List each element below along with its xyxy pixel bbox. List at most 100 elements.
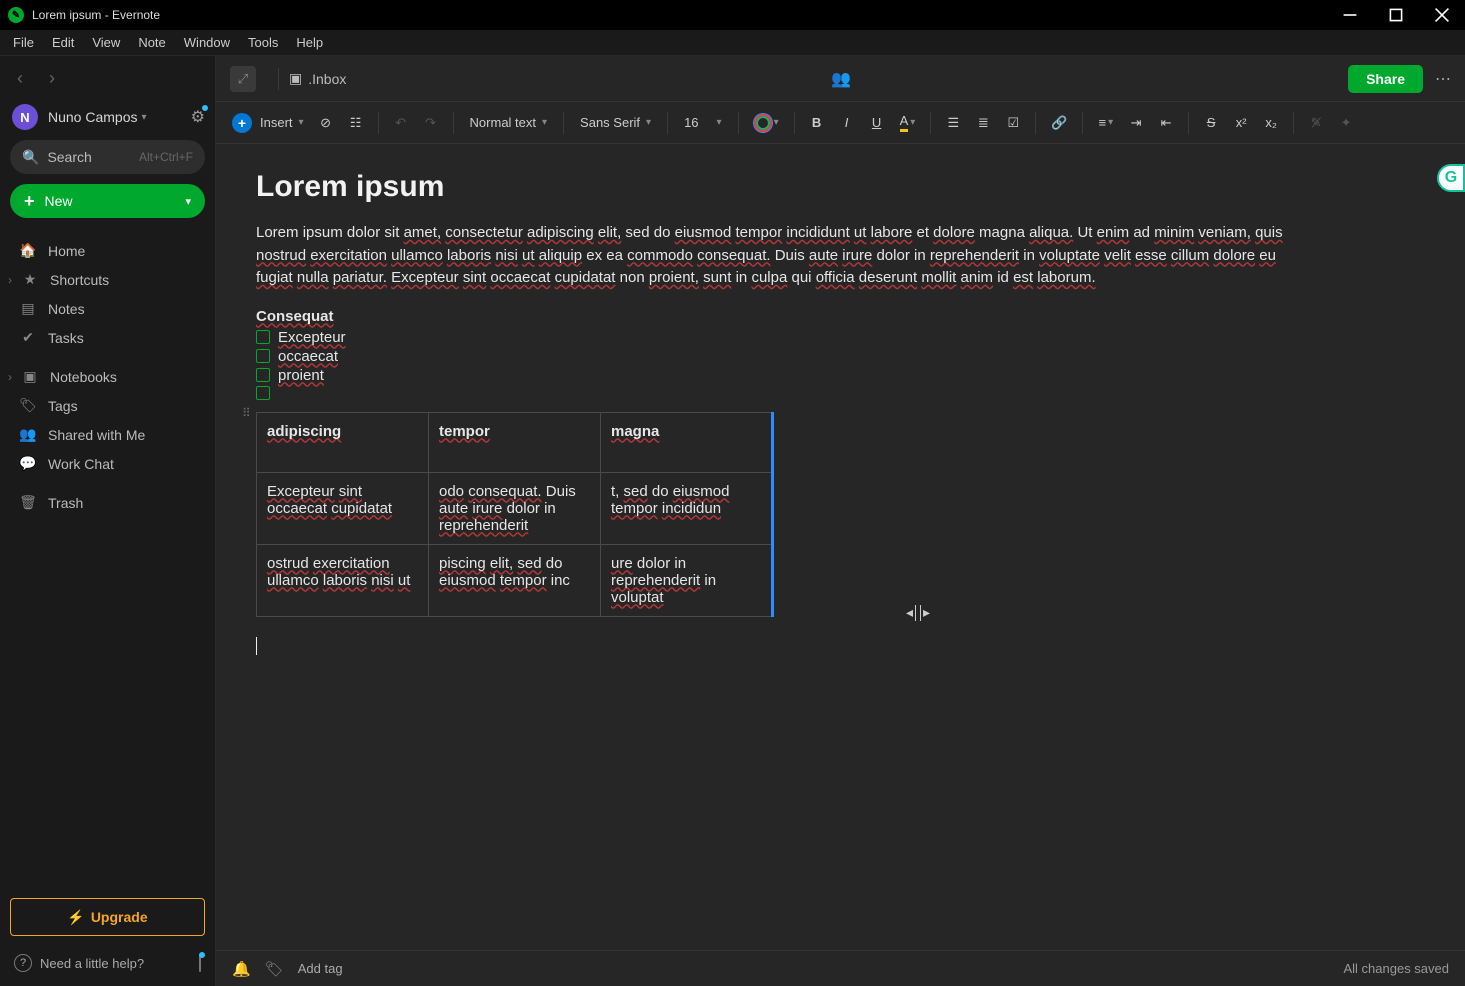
share-users-icon[interactable]: 👥 [831, 69, 851, 89]
sidebar-item-label: Trash [48, 495, 83, 511]
menu-view[interactable]: View [83, 32, 129, 53]
table-cell[interactable]: Excepteur sint occaecat cupidatat [257, 472, 429, 544]
table-header[interactable]: magna [601, 412, 773, 472]
paragraph-style-select[interactable]: Normal text▾ [462, 115, 556, 130]
sidebar-item-trash[interactable]: 🗑Trash [0, 488, 215, 517]
window-title: Lorem ipsum - Evernote [32, 8, 160, 22]
sidebar-item-shortcuts[interactable]: ★Shortcuts [0, 265, 215, 294]
bullet-list-button[interactable]: ☰ [939, 108, 967, 138]
clear-format-button[interactable]: ✎̸ [1302, 108, 1330, 138]
insert-button[interactable]: + Insert ▾ [226, 113, 310, 133]
more-actions-button[interactable]: ⋯ [1435, 69, 1451, 89]
table-cell[interactable]: odo consequat. Duis aute irure dolor in … [429, 472, 601, 544]
italic-button[interactable]: I [833, 108, 861, 138]
tag-button[interactable]: 🏷 [265, 960, 284, 978]
sidebar-item-home[interactable]: 🏠Home [0, 236, 215, 265]
add-tag-input[interactable]: Add tag [298, 961, 343, 976]
sidebar-item-label: Notes [48, 301, 85, 317]
chevron-down-icon: ▾ [299, 117, 304, 128]
font-family-select[interactable]: Sans Serif▾ [572, 115, 659, 130]
checkbox[interactable] [256, 349, 270, 363]
sidebar-item-tags[interactable]: 🏷Tags [0, 391, 215, 420]
upgrade-button[interactable]: ⚡ Upgrade [10, 898, 205, 936]
nav-back-button[interactable]: ‹ [6, 64, 34, 92]
sidebar-item-shared[interactable]: 👥Shared with Me [0, 420, 215, 449]
checkbox-row[interactable] [256, 386, 1425, 400]
table-cell[interactable]: ostrud exercitation ullamco laboris nisi… [257, 544, 429, 616]
user-menu-caret-icon[interactable]: ▾ [142, 112, 147, 123]
text-color-button[interactable]: ▾ [747, 108, 786, 138]
share-button[interactable]: Share [1348, 65, 1423, 93]
expand-note-button[interactable]: ⤢ [230, 66, 256, 92]
window-maximize-button[interactable] [1373, 0, 1419, 30]
table-header[interactable]: adipiscing [257, 412, 429, 472]
numbered-list-button[interactable]: ≣ [969, 108, 997, 138]
checkbox-row[interactable]: proient [256, 367, 1425, 384]
calendar-button[interactable]: ☷ [342, 108, 370, 138]
strikethrough-button[interactable]: S [1197, 108, 1225, 138]
menu-bar: File Edit View Note Window Tools Help [0, 30, 1465, 56]
search-input[interactable]: 🔍 Search Alt+Ctrl+F [10, 140, 205, 174]
sidebar-item-tasks[interactable]: ✔Tasks [0, 323, 215, 352]
insert-label: Insert [260, 115, 293, 130]
table[interactable]: ⠿ adipiscing tempor magna Excepteur sint… [256, 412, 1425, 617]
chevron-down-icon: ▾ [185, 195, 191, 208]
checklist-button[interactable]: ☑ [999, 108, 1027, 138]
avatar[interactable]: N [12, 104, 38, 130]
editor-toolbar: + Insert ▾ ⊘ ☷ ↶ ↷ Normal text▾ Sans Ser… [216, 102, 1465, 144]
checkbox-row[interactable]: occaecat [256, 348, 1425, 365]
table-cell[interactable]: t, sed do eiusmod tempor incididun [601, 472, 773, 544]
checkbox[interactable] [256, 368, 270, 382]
note-body[interactable]: Lorem ipsum dolor sit amet, consectetur … [256, 222, 1286, 290]
menu-tools[interactable]: Tools [239, 32, 287, 53]
underline-button[interactable]: U [863, 108, 891, 138]
menu-window[interactable]: Window [175, 32, 239, 53]
align-button[interactable]: ≡▾ [1091, 108, 1120, 138]
user-name[interactable]: Nuno Campos [48, 109, 138, 125]
sidebar-item-label: Notebooks [50, 369, 117, 385]
reminder-button[interactable]: 🔔 [232, 960, 251, 978]
help-icon[interactable]: ? [14, 954, 32, 972]
search-shortcut: Alt+Ctrl+F [139, 150, 193, 164]
link-button[interactable]: 🔗 [1044, 108, 1074, 138]
table-cell[interactable]: ure dolor in reprehenderit in voluptat [601, 544, 773, 616]
table-header[interactable]: tempor [429, 412, 601, 472]
section-heading[interactable]: Consequat [256, 308, 1425, 325]
help-label[interactable]: Need a little help? [40, 956, 144, 971]
outdent-button[interactable]: ⇤ [1152, 108, 1180, 138]
checkbox[interactable] [256, 386, 270, 400]
window-close-button[interactable] [1419, 0, 1465, 30]
ai-button[interactable]: ✦ [1332, 108, 1360, 138]
note-editor[interactable]: G Lorem ipsum Lorem ipsum dolor sit amet… [216, 144, 1465, 950]
menu-help[interactable]: Help [287, 32, 332, 53]
notebook-selector[interactable]: ▣ .Inbox [289, 70, 346, 87]
settings-button[interactable]: ⚙ [191, 107, 205, 127]
highlight-button[interactable]: A▾ [893, 108, 923, 138]
checkbox[interactable] [256, 330, 270, 344]
checkbox-row[interactable]: Excepteur [256, 329, 1425, 346]
table-cell[interactable]: piscing elit, sed do eiusmod tempor inc [429, 544, 601, 616]
menu-file[interactable]: File [4, 32, 43, 53]
sidebar-item-workchat[interactable]: 💬Work Chat [0, 449, 215, 478]
bold-button[interactable]: B [803, 108, 831, 138]
superscript-button[interactable]: x² [1227, 108, 1255, 138]
font-label: Sans Serif [580, 115, 640, 130]
font-size-select[interactable]: 16▾ [676, 115, 730, 130]
note-title[interactable]: Lorem ipsum [256, 170, 1425, 204]
grammarly-badge[interactable]: G [1437, 164, 1465, 192]
new-button[interactable]: + New ▾ [10, 184, 205, 218]
drag-handle-icon[interactable]: ⠿ [242, 406, 253, 420]
undo-button[interactable]: ↶ [387, 108, 415, 138]
subscript-button[interactable]: x₂ [1257, 108, 1285, 138]
chat-icon: 💬 [18, 455, 38, 472]
sidebar-item-notes[interactable]: ▤Notes [0, 294, 215, 323]
nav-forward-button[interactable]: › [38, 64, 66, 92]
window-minimize-button[interactable] [1327, 0, 1373, 30]
redo-button[interactable]: ↷ [417, 108, 445, 138]
sidebar-item-label: Home [48, 243, 85, 259]
menu-note[interactable]: Note [129, 32, 174, 53]
sidebar-item-notebooks[interactable]: ▣Notebooks [0, 362, 215, 391]
indent-button[interactable]: ⇥ [1122, 108, 1150, 138]
task-button[interactable]: ⊘ [312, 108, 340, 138]
menu-edit[interactable]: Edit [43, 32, 83, 53]
